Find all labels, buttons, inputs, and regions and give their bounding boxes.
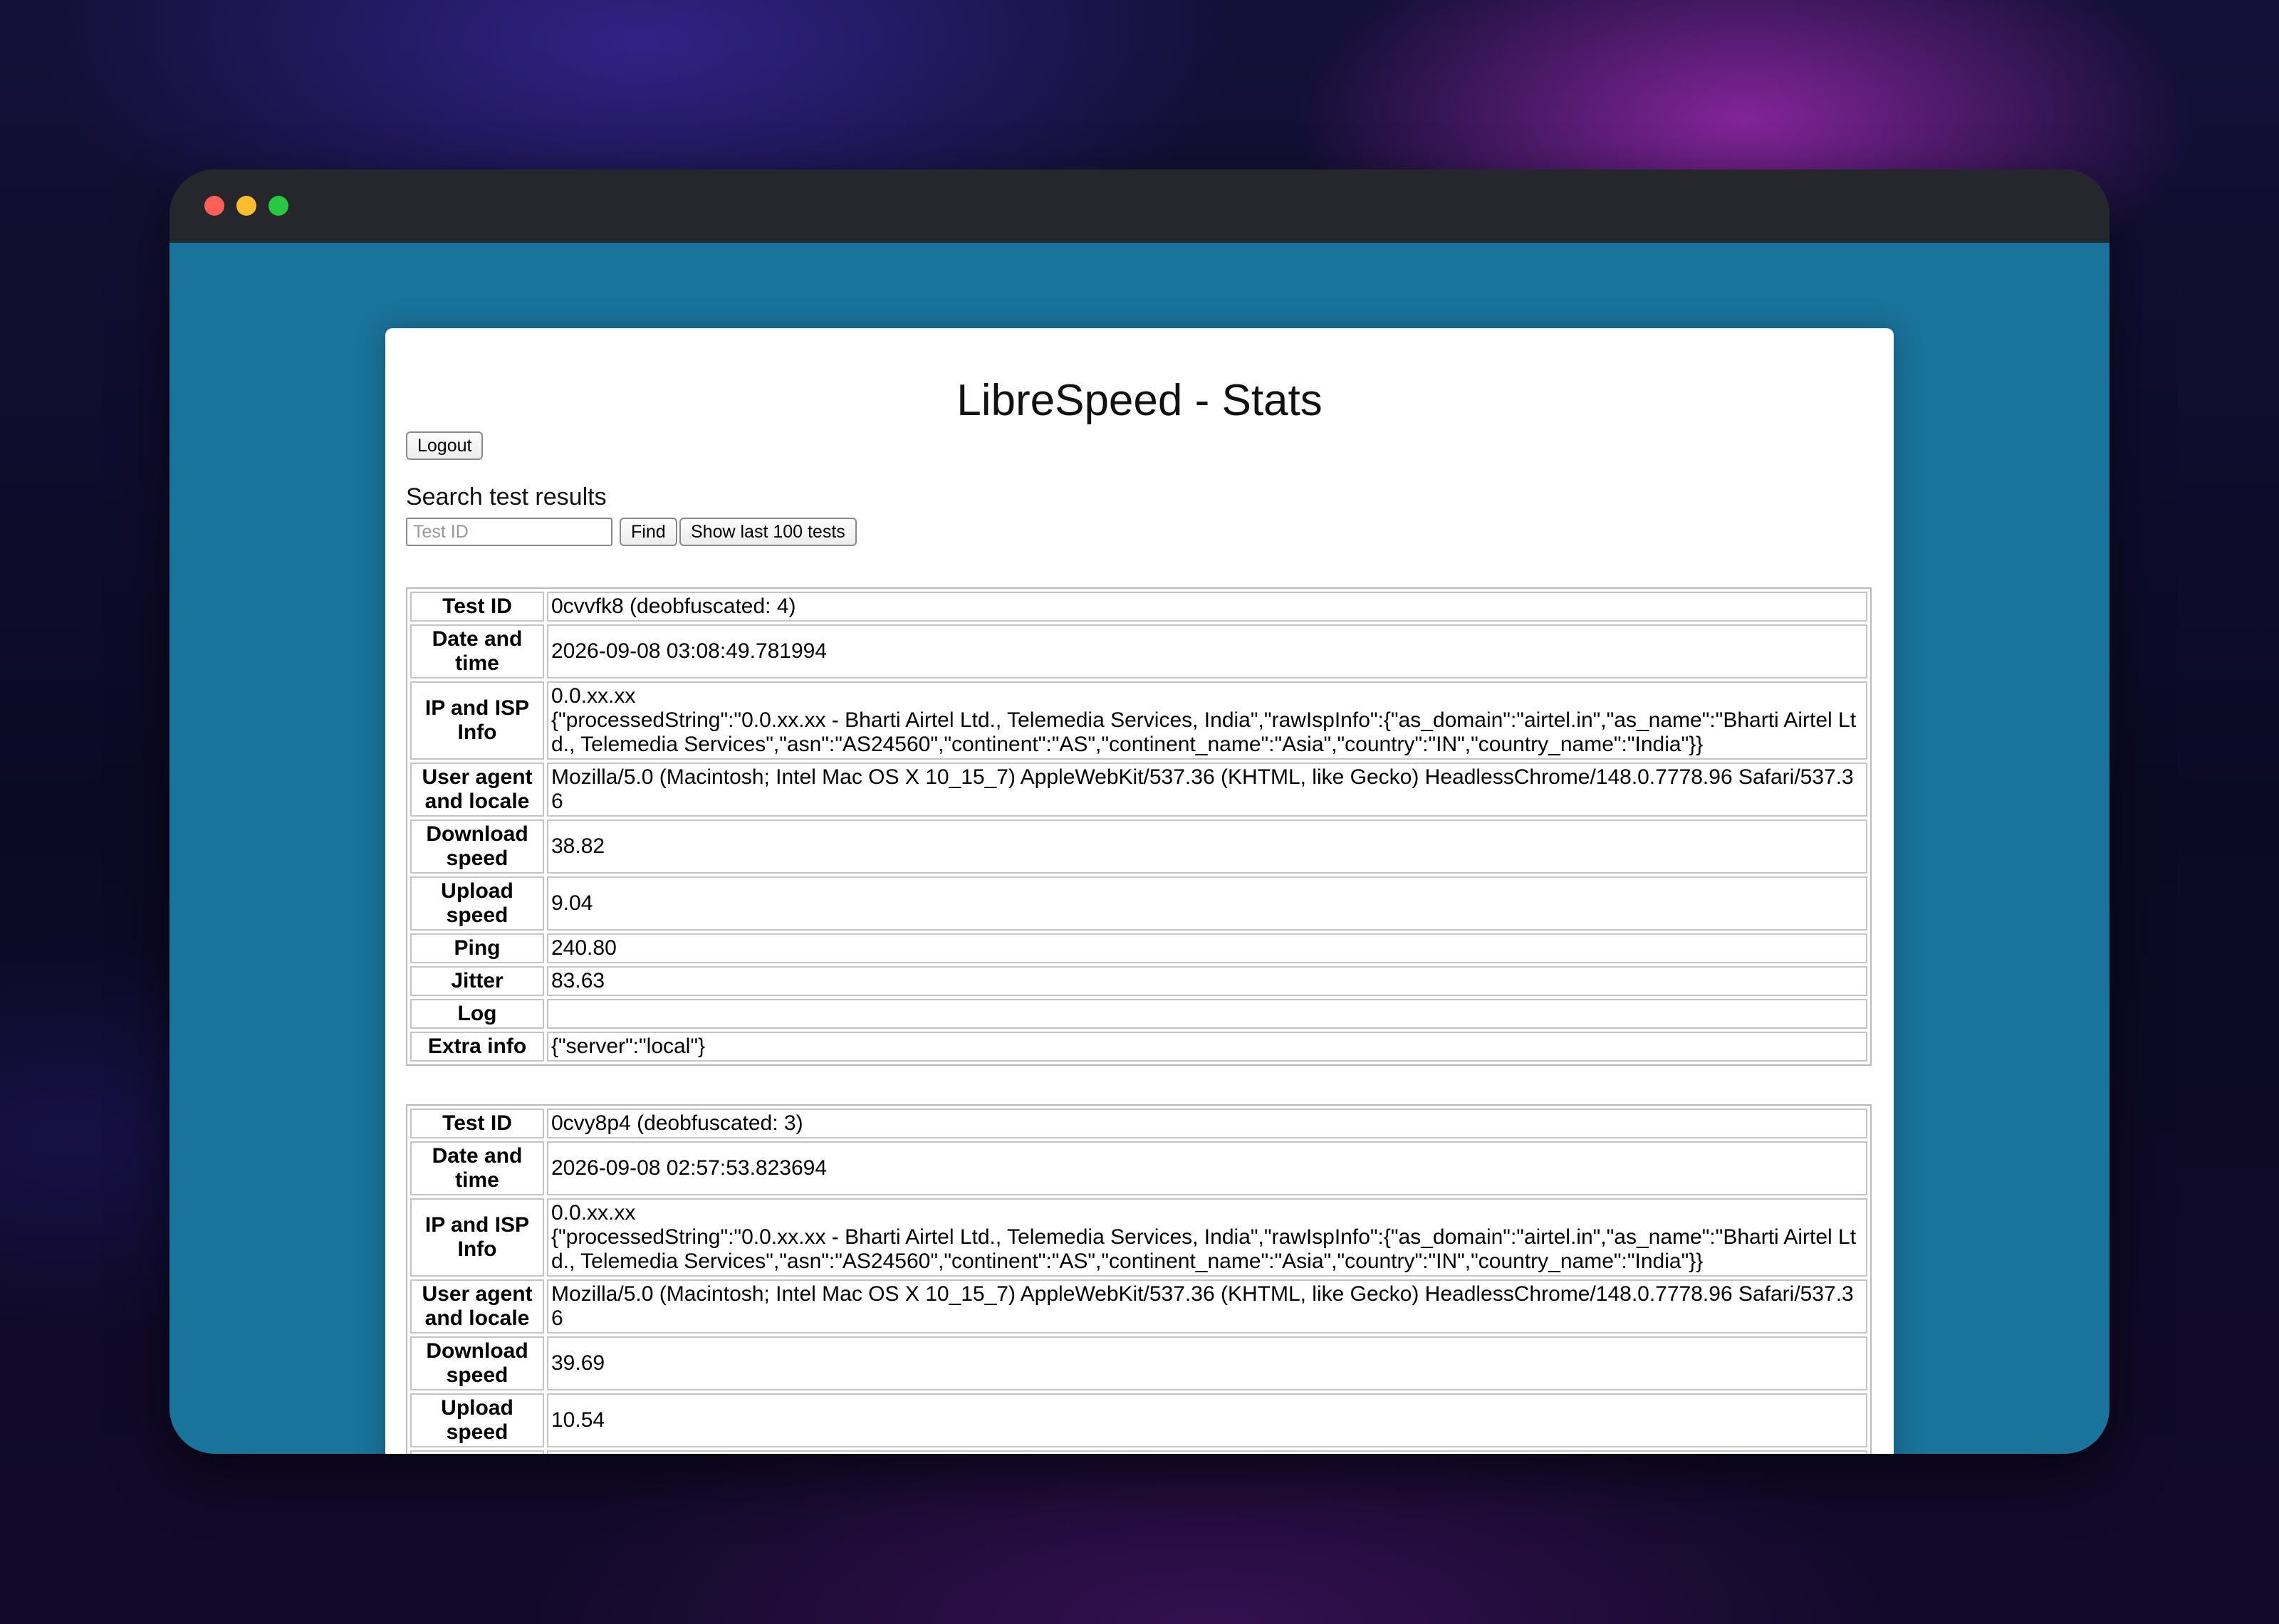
- date-time-label: Date and time: [410, 624, 544, 679]
- date-time-value: 2026-09-08 03:08:49.781994: [547, 624, 1867, 679]
- ping-label: Ping: [410, 933, 544, 963]
- ip-isp-value: 0.0.xx.xx {"processedString":"0.0.xx.xx …: [547, 681, 1867, 760]
- table-row: Upload speed 9.04: [410, 876, 1867, 931]
- user-agent-label: User agent and locale: [410, 1279, 544, 1334]
- user-agent-label: User agent and locale: [410, 763, 544, 817]
- show-last-100-button[interactable]: Show last 100 tests: [679, 518, 857, 546]
- window-titlebar: [170, 169, 2109, 243]
- page-viewport[interactable]: LibreSpeed - Stats Logout Search test re…: [170, 243, 2109, 1454]
- jitter-label: Jitter: [410, 966, 544, 996]
- test-id-search-input[interactable]: [406, 518, 612, 546]
- maximize-window-icon[interactable]: [268, 196, 288, 216]
- table-row: Download speed 38.82: [410, 819, 1867, 874]
- table-row: User agent and locale Mozilla/5.0 (Macin…: [410, 763, 1867, 817]
- table-row: Date and time 2026-09-08 03:08:49.781994: [410, 624, 1867, 679]
- table-row: Log: [410, 999, 1867, 1029]
- test-result-table: Test ID 0cvvfk8 (deobfuscated: 4) Date a…: [406, 587, 1872, 1066]
- ip-isp-label: IP and ISP Info: [410, 1198, 544, 1277]
- extra-info-value: {"server":"local"}: [547, 1032, 1867, 1062]
- isp-info-value: {"processedString":"0.0.xx.xx - Bharti A…: [551, 1225, 1857, 1273]
- find-button[interactable]: Find: [620, 518, 677, 546]
- test-id-label: Test ID: [410, 1109, 544, 1138]
- user-agent-value: Mozilla/5.0 (Macintosh; Intel Mac OS X 1…: [547, 1279, 1867, 1334]
- upload-speed-value: 9.04: [547, 876, 1867, 931]
- search-heading: Search test results: [406, 483, 607, 510]
- ip-value: 0.0.xx.xx: [551, 684, 636, 708]
- upload-speed-value: 10.54: [547, 1393, 1867, 1447]
- table-row: Download speed 39.69: [410, 1336, 1867, 1390]
- table-row: IP and ISP Info 0.0.xx.xx {"processedStr…: [410, 1198, 1867, 1277]
- table-row: User agent and locale Mozilla/5.0 (Macin…: [410, 1279, 1867, 1334]
- log-value: [547, 999, 1867, 1029]
- jitter-value: 83.63: [547, 966, 1867, 996]
- ping-value: 240.80: [547, 933, 1867, 963]
- download-speed-value: 39.69: [547, 1336, 1867, 1390]
- table-row: Jitter 83.63: [410, 966, 1867, 996]
- table-row: Test ID 0cvy8p4 (deobfuscated: 3): [410, 1109, 1867, 1138]
- table-row: Ping 240.80: [410, 933, 1867, 963]
- browser-window: LibreSpeed - Stats Logout Search test re…: [170, 169, 2109, 1454]
- ip-value: 0.0.xx.xx: [551, 1201, 636, 1225]
- test-id-value: 0cvy8p4 (deobfuscated: 3): [547, 1109, 1867, 1138]
- logout-button[interactable]: Logout: [406, 431, 484, 460]
- test-id-label: Test ID: [410, 592, 544, 622]
- download-speed-value: 38.82: [547, 819, 1867, 874]
- user-agent-value: Mozilla/5.0 (Macintosh; Intel Mac OS X 1…: [547, 763, 1867, 817]
- log-label: Log: [410, 999, 544, 1029]
- row-value-partial: [547, 1450, 1867, 1454]
- table-row: Upload speed 10.54: [410, 1393, 1867, 1447]
- download-speed-label: Download speed: [410, 819, 544, 874]
- isp-info-value: {"processedString":"0.0.xx.xx - Bharti A…: [551, 708, 1857, 756]
- minimize-window-icon[interactable]: [236, 196, 256, 216]
- date-time-value: 2026-09-08 02:57:53.823694: [547, 1141, 1867, 1195]
- upload-speed-label: Upload speed: [410, 876, 544, 931]
- table-row: Test ID 0cvvfk8 (deobfuscated: 4): [410, 592, 1867, 622]
- close-window-icon[interactable]: [204, 196, 224, 216]
- test-id-value: 0cvvfk8 (deobfuscated: 4): [547, 592, 1867, 622]
- page-title: LibreSpeed - Stats: [956, 376, 1323, 425]
- download-speed-label: Download speed: [410, 1336, 544, 1390]
- test-result-table: Test ID 0cvy8p4 (deobfuscated: 3) Date a…: [406, 1104, 1872, 1454]
- stats-page: LibreSpeed - Stats Logout Search test re…: [385, 328, 1894, 1454]
- row-label-partial: [410, 1450, 544, 1454]
- extra-info-label: Extra info: [410, 1032, 544, 1062]
- upload-speed-label: Upload speed: [410, 1393, 544, 1447]
- table-row: IP and ISP Info 0.0.xx.xx {"processedStr…: [410, 681, 1867, 760]
- table-row: Extra info {"server":"local"}: [410, 1032, 1867, 1062]
- date-time-label: Date and time: [410, 1141, 544, 1195]
- table-row: [410, 1450, 1867, 1454]
- table-row: Date and time 2026-09-08 02:57:53.823694: [410, 1141, 1867, 1195]
- ip-isp-label: IP and ISP Info: [410, 681, 544, 760]
- ip-isp-value: 0.0.xx.xx {"processedString":"0.0.xx.xx …: [547, 1198, 1867, 1277]
